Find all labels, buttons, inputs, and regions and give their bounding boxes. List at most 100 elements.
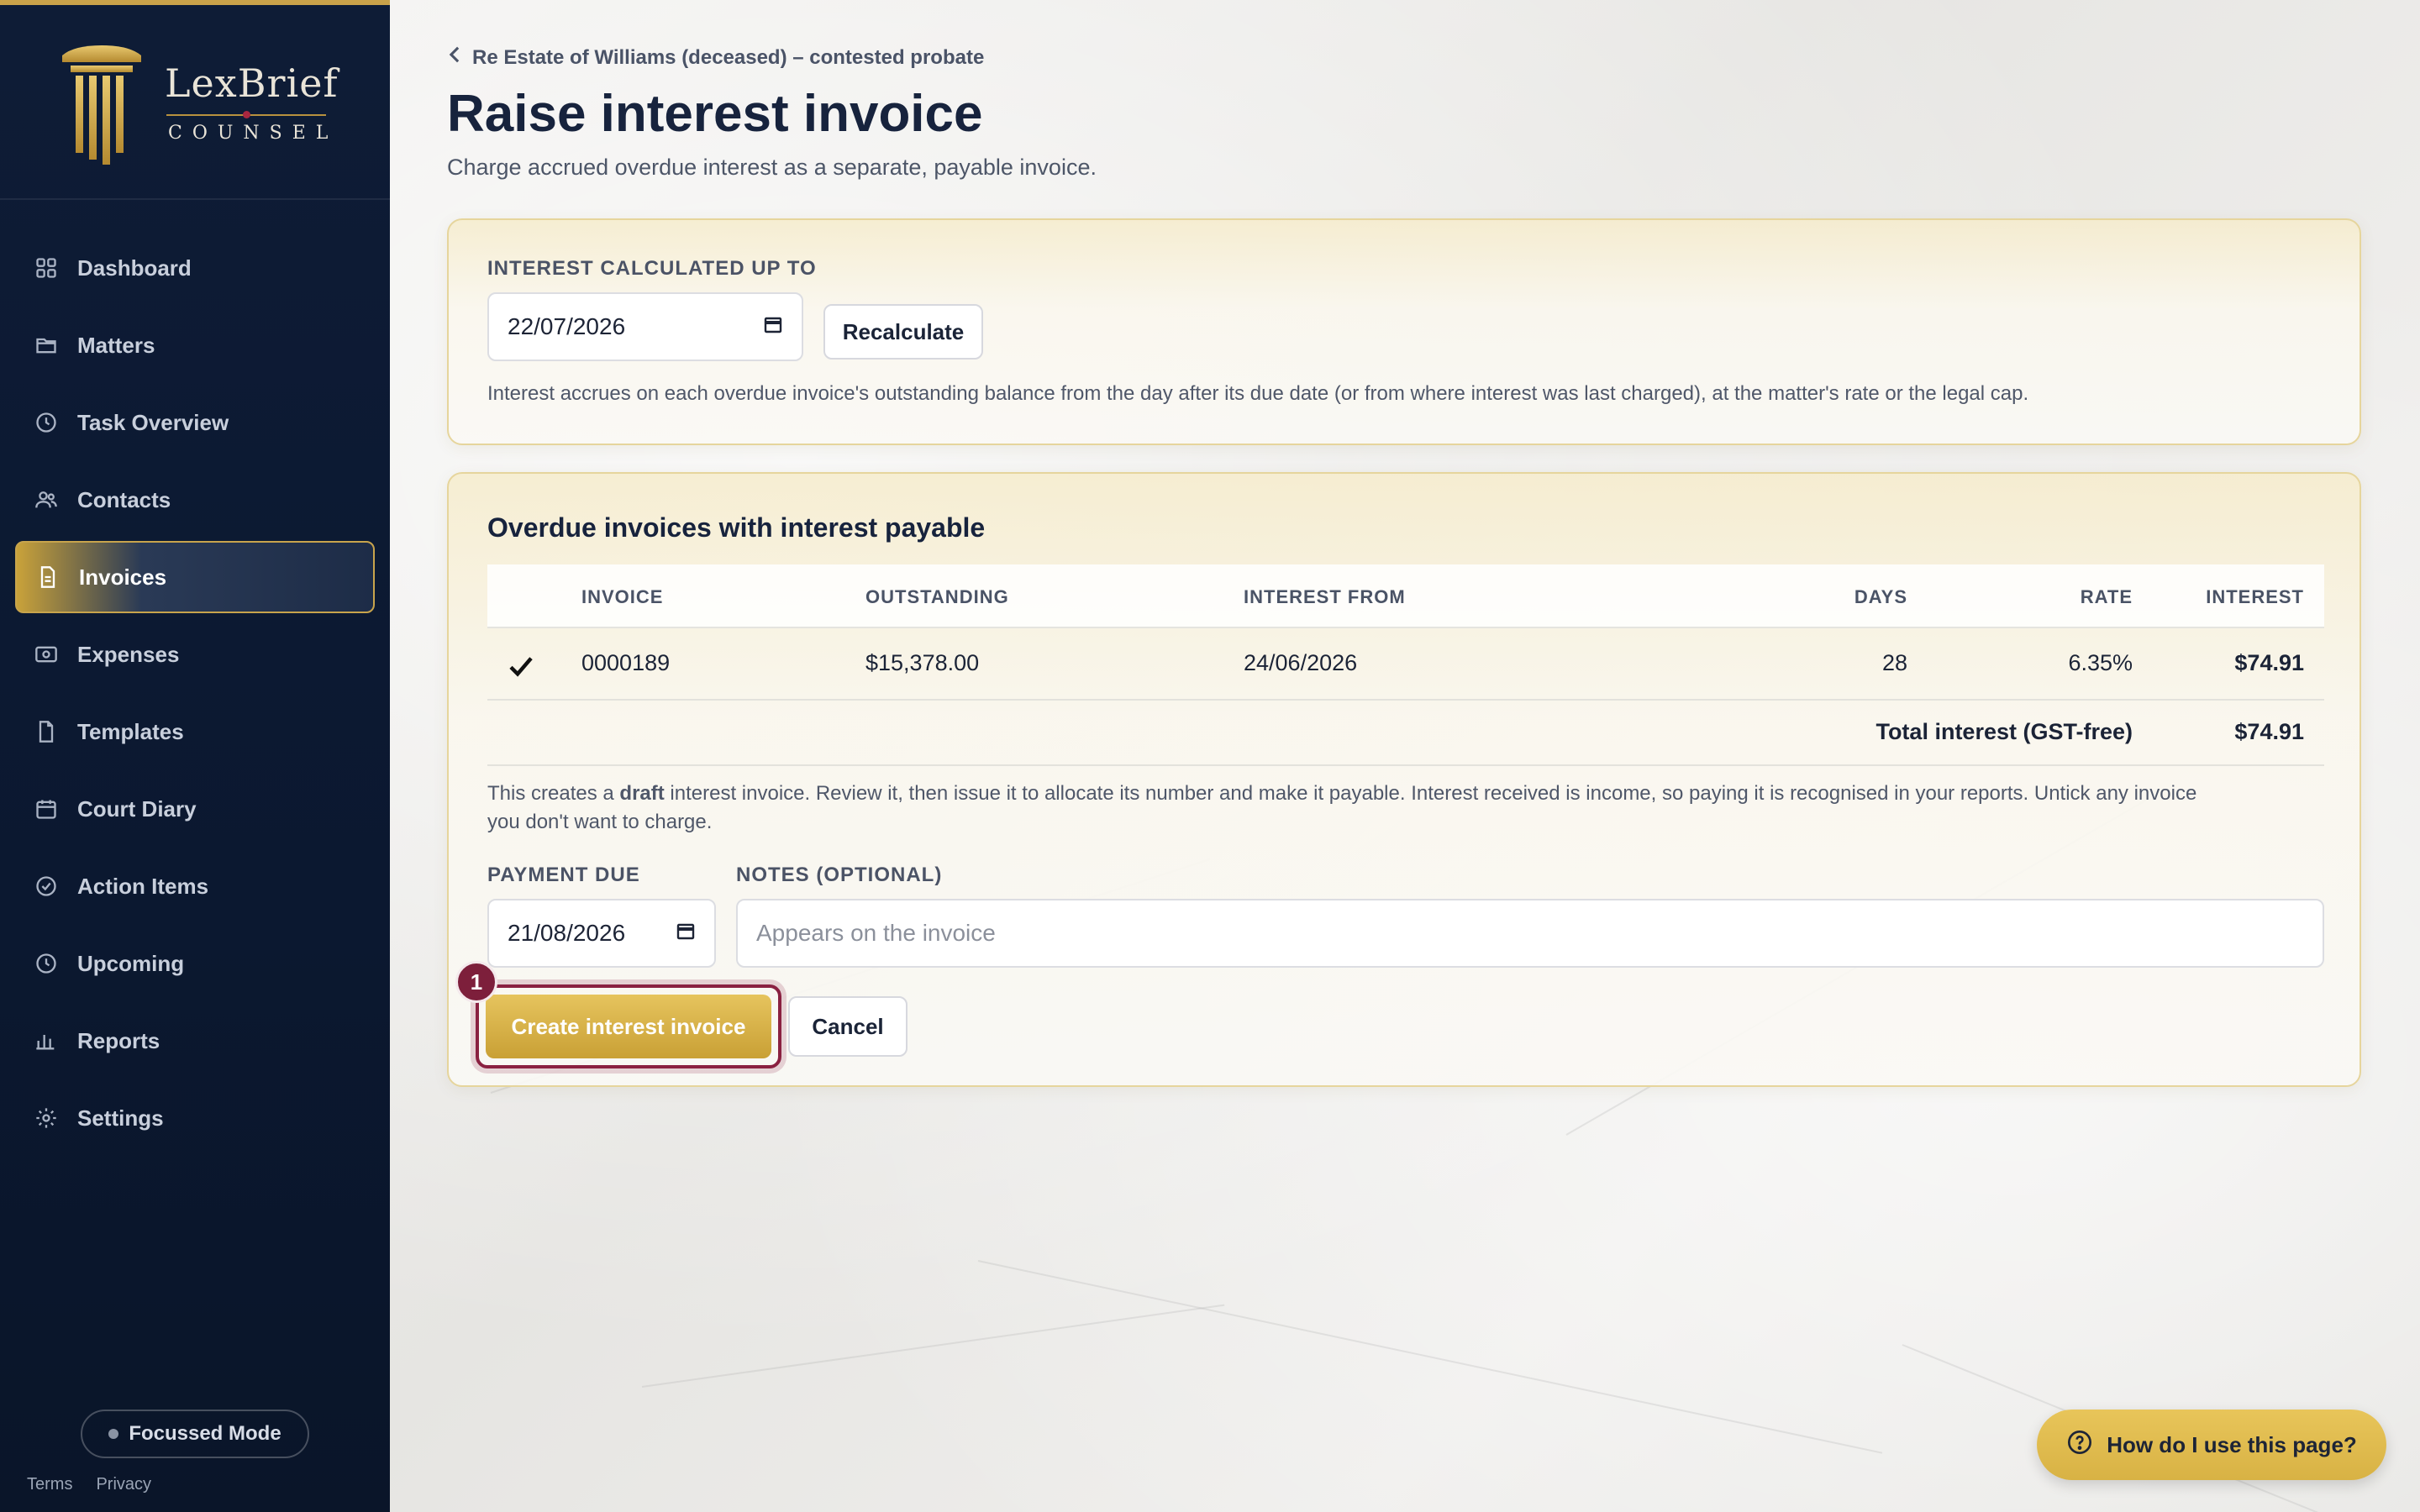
brand-logo[interactable]: LexBrief COUNSEL (0, 5, 390, 200)
question-circle-icon (2066, 1429, 2093, 1462)
payment-due-label: PAYMENT DUE (487, 864, 640, 886)
notes-placeholder: Appears on the invoice (756, 920, 996, 946)
column-interest: INTEREST (2206, 586, 2304, 607)
folder-icon (34, 333, 59, 358)
sidebar-item-label: Upcoming (77, 950, 185, 976)
page-subtitle: Charge accrued overdue interest as a sep… (447, 155, 1097, 180)
document-icon (35, 564, 60, 590)
payment-due-input[interactable]: 21/08/2026 (487, 899, 716, 968)
sidebar-item-label: Action Items (77, 873, 209, 899)
overdue-invoices-card: Overdue invoices with interest payable I… (447, 472, 2361, 1087)
marble-vein (641, 1304, 1225, 1388)
help-button[interactable]: How do I use this page? (2037, 1410, 2386, 1480)
sidebar-item-label: Contacts (77, 486, 171, 512)
sidebar-nav: Dashboard Matters Task Overview Contacts… (0, 232, 390, 1159)
bar-chart-icon (34, 1028, 59, 1053)
sidebar-item-upcoming[interactable]: Upcoming (15, 927, 375, 1000)
sidebar-item-label: Task Overview (77, 409, 229, 435)
sidebar-item-label: Court Diary (77, 795, 197, 822)
notes-input[interactable]: Appears on the invoice (736, 899, 2324, 968)
interest-date-value: 22/07/2026 (508, 313, 626, 339)
sidebar-item-label: Matters (77, 332, 155, 358)
sidebar-item-contacts[interactable]: Contacts (15, 464, 375, 536)
calendar-icon[interactable] (763, 313, 783, 340)
column-interest-from: INTEREST FROM (1244, 586, 1406, 607)
column-rate: RATE (2080, 586, 2133, 607)
sidebar-item-matters[interactable]: Matters (15, 309, 375, 381)
calendar-icon[interactable] (676, 920, 696, 947)
step-badge: 1 (455, 961, 497, 1003)
sidebar-item-label: Reports (77, 1027, 160, 1053)
sidebar-item-court-diary[interactable]: Court Diary (15, 773, 375, 845)
interest-help-text: Interest accrues on each overdue invoice… (487, 382, 2029, 405)
row-checkbox[interactable] (508, 654, 534, 683)
receipt-icon (34, 642, 59, 667)
draft-note-line2: you don't want to charge. (487, 811, 713, 833)
sidebar-item-dashboard[interactable]: Dashboard (15, 232, 375, 304)
cell-interest: $74.91 (2234, 650, 2304, 675)
cell-rate: 6.35% (2068, 650, 2133, 675)
cell-outstanding: $15,378.00 (865, 650, 980, 675)
sidebar-item-label: Templates (77, 718, 184, 744)
column-invoice: INVOICE (581, 586, 664, 607)
table-total-row: Total interest (GST-free) $74.91 (487, 701, 2324, 766)
sidebar-item-label: Settings (77, 1105, 164, 1131)
file-icon (34, 719, 59, 744)
terms-link[interactable]: Terms (27, 1475, 72, 1494)
interest-date-card: INTEREST CALCULATED UP TO 22/07/2026 Rec… (447, 218, 2361, 445)
gear-icon (34, 1105, 59, 1131)
table-header: INVOICE OUTSTANDING INTEREST FROM DAYS R… (487, 564, 2324, 628)
payment-due-value: 21/08/2026 (508, 920, 626, 946)
breadcrumb[interactable]: Re Estate of Williams (deceased) – conte… (447, 45, 984, 70)
sidebar-item-templates[interactable]: Templates (15, 696, 375, 768)
draft-note: This creates a draft interest invoice. R… (487, 780, 2328, 837)
brand-name: LexBrief (165, 60, 339, 106)
users-icon (34, 487, 59, 512)
brand-dot (243, 111, 250, 118)
breadcrumb-matter-link[interactable]: Re Estate of Williams (deceased) – conte… (472, 46, 984, 70)
clock-icon (34, 951, 59, 976)
create-interest-invoice-button[interactable]: Create interest invoice (486, 995, 771, 1058)
status-dot-icon (108, 1429, 119, 1439)
total-label: Total interest (GST-free) (1876, 719, 2133, 744)
table-row[interactable]: 0000189 $15,378.00 24/06/2026 28 6.35% $… (487, 628, 2324, 701)
sidebar-item-label: Invoices (79, 564, 167, 590)
grid-icon (34, 255, 59, 281)
sidebar-item-expenses[interactable]: Expenses (15, 618, 375, 690)
sidebar-item-task-overview[interactable]: Task Overview (15, 386, 375, 459)
notes-label: NOTES (OPTIONAL) (736, 864, 943, 886)
sidebar-item-settings[interactable]: Settings (15, 1082, 375, 1154)
draft-note-post: interest invoice. Review it, then issue … (664, 782, 2197, 805)
sidebar-item-action-items[interactable]: Action Items (15, 850, 375, 922)
clock-icon (34, 410, 59, 435)
calendar-icon (34, 796, 59, 822)
focus-mode-label: Focussed Mode (129, 1422, 281, 1445)
pillar-icon (62, 45, 141, 165)
sidebar-item-label: Expenses (77, 641, 180, 667)
column-days: DAYS (1854, 586, 1907, 607)
privacy-link[interactable]: Privacy (96, 1475, 151, 1494)
draft-note-bold: draft (619, 782, 665, 805)
sidebar-item-label: Dashboard (77, 255, 192, 281)
cancel-button[interactable]: Cancel (788, 996, 908, 1057)
cell-invoice: 0000189 (581, 650, 671, 675)
focus-mode-toggle[interactable]: Focussed Mode (81, 1410, 309, 1458)
check-circle-icon (34, 874, 59, 899)
sidebar-item-invoices[interactable]: Invoices (15, 541, 375, 613)
interest-date-input[interactable]: 22/07/2026 (487, 292, 803, 361)
page-title: Raise interest invoice (447, 85, 983, 143)
marble-vein (977, 1260, 1883, 1454)
sidebar-item-reports[interactable]: Reports (15, 1005, 375, 1077)
brand-subtitle: COUNSEL (168, 123, 339, 144)
chevron-left-icon (447, 45, 462, 70)
footer-links: Terms Privacy (27, 1475, 151, 1494)
column-outstanding: OUTSTANDING (865, 586, 1009, 607)
cell-days: 28 (1881, 650, 1907, 675)
draft-note-pre: This creates a (487, 782, 620, 805)
total-value: $74.91 (2234, 719, 2304, 744)
interest-date-label: INTEREST CALCULATED UP TO (487, 257, 817, 280)
help-button-label: How do I use this page? (2107, 1431, 2357, 1457)
checkmark-icon (509, 657, 533, 677)
section-title: Overdue invoices with interest payable (487, 512, 986, 543)
recalculate-button[interactable]: Recalculate (823, 304, 983, 360)
